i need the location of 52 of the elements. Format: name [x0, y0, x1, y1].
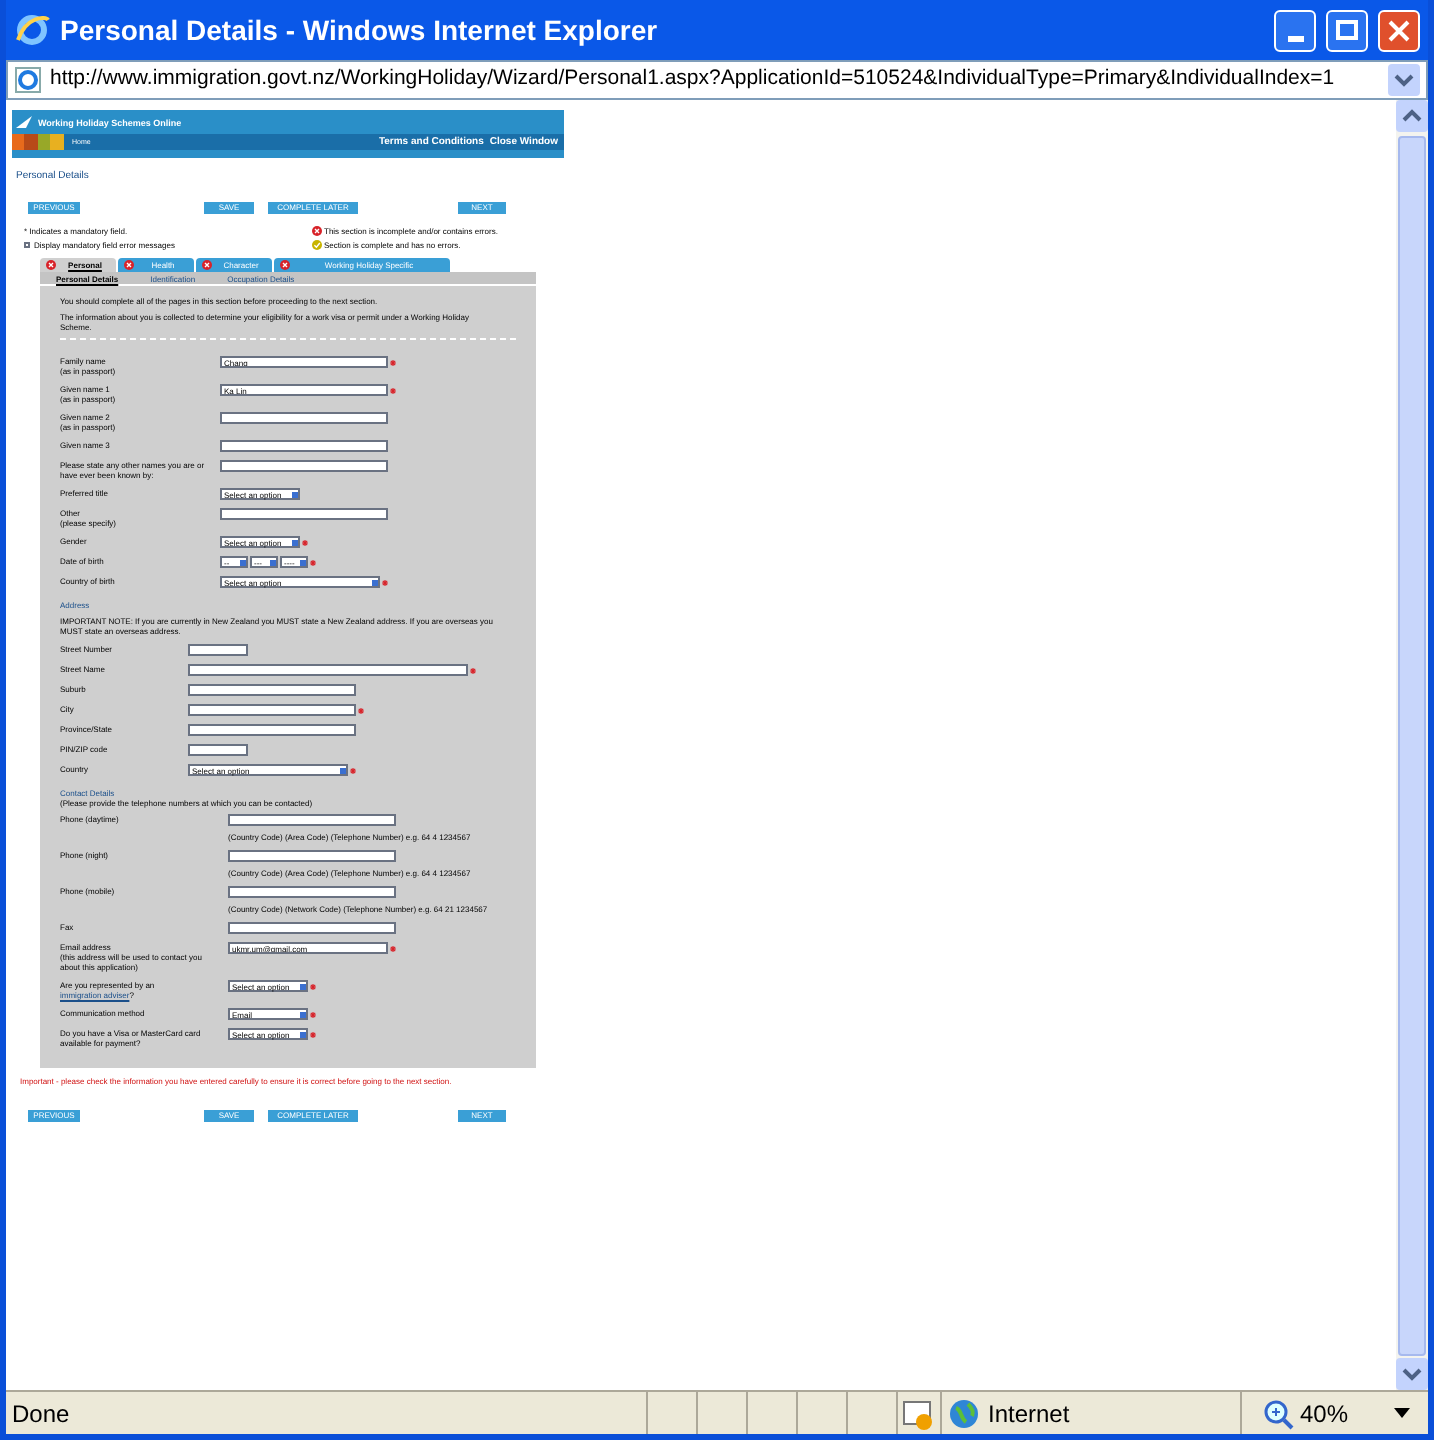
input-field[interactable] [220, 508, 388, 520]
address-bar[interactable]: http://www.immigration.govt.nz/WorkingHoliday/Wizard/Personal1.aspx?ApplicationId=510524&IndividualType=Primary&IndividualIndex=1 [6, 60, 1428, 100]
dropdown-icon[interactable] [300, 1011, 306, 1017]
dropdown-icon[interactable] [372, 579, 378, 585]
caret-icon[interactable] [1394, 1408, 1411, 1418]
input-field[interactable] [228, 886, 396, 898]
security-zone: Internet [988, 1397, 1070, 1431]
zoom-level[interactable]: 40% [1300, 1395, 1349, 1431]
close-icon [1388, 19, 1410, 41]
maximize-icon [1336, 20, 1358, 40]
input-field[interactable] [188, 644, 248, 656]
page-icon [14, 66, 42, 94]
status-text: Done [10, 1397, 72, 1431]
input-field[interactable] [228, 814, 396, 826]
dropdown-icon[interactable] [240, 559, 246, 565]
input-field[interactable] [220, 440, 388, 452]
dropdown-icon[interactable] [340, 767, 346, 773]
dropdown-icon[interactable] [292, 491, 298, 497]
dropdown-icon[interactable] [292, 539, 298, 545]
minimize-button[interactable] [1274, 9, 1316, 51]
url-text: http://www.immigration.govt.nz/WorkingHoliday/Wizard/Personal1.aspx?ApplicationId=510524&IndividualType=Primary&IndividualIndex=1 [50, 64, 1337, 95]
input-field[interactable] [188, 704, 356, 716]
input-field[interactable] [220, 412, 388, 424]
checkbox[interactable] [24, 242, 30, 248]
globe-icon [948, 1397, 980, 1429]
scroll-thumb[interactable] [1398, 135, 1426, 1355]
dropdown-icon[interactable] [300, 983, 306, 989]
minimize-icon [1287, 35, 1303, 41]
warning-icon[interactable] [902, 1397, 934, 1429]
input-field[interactable] [228, 922, 396, 934]
input-field[interactable] [220, 460, 388, 472]
dropdown-icon[interactable] [300, 559, 306, 565]
complete-status-icon [312, 240, 322, 250]
scroll-down-icon[interactable] [1396, 1358, 1428, 1390]
logo-icon [16, 116, 32, 128]
browser-icon [14, 12, 50, 48]
close-button[interactable] [1378, 9, 1420, 51]
dropdown-icon[interactable] [270, 559, 276, 565]
input-field[interactable] [188, 664, 468, 676]
input-field[interactable] [188, 684, 356, 696]
dropdown-icon[interactable] [1388, 64, 1420, 96]
input-field[interactable] [228, 850, 396, 862]
zoom-icon[interactable] [1262, 1397, 1294, 1429]
input-field[interactable] [188, 744, 248, 756]
scroll-up-icon[interactable] [1396, 100, 1428, 132]
window-title: Personal Details - Windows Internet Explorer [60, 11, 660, 50]
input-field[interactable] [188, 724, 356, 736]
color-blocks-drawing [12, 134, 64, 150]
error-status-icon [312, 226, 322, 236]
scrollbar[interactable] [1396, 100, 1428, 1390]
dropdown-icon[interactable] [300, 1031, 306, 1037]
maximize-button[interactable] [1326, 9, 1368, 51]
